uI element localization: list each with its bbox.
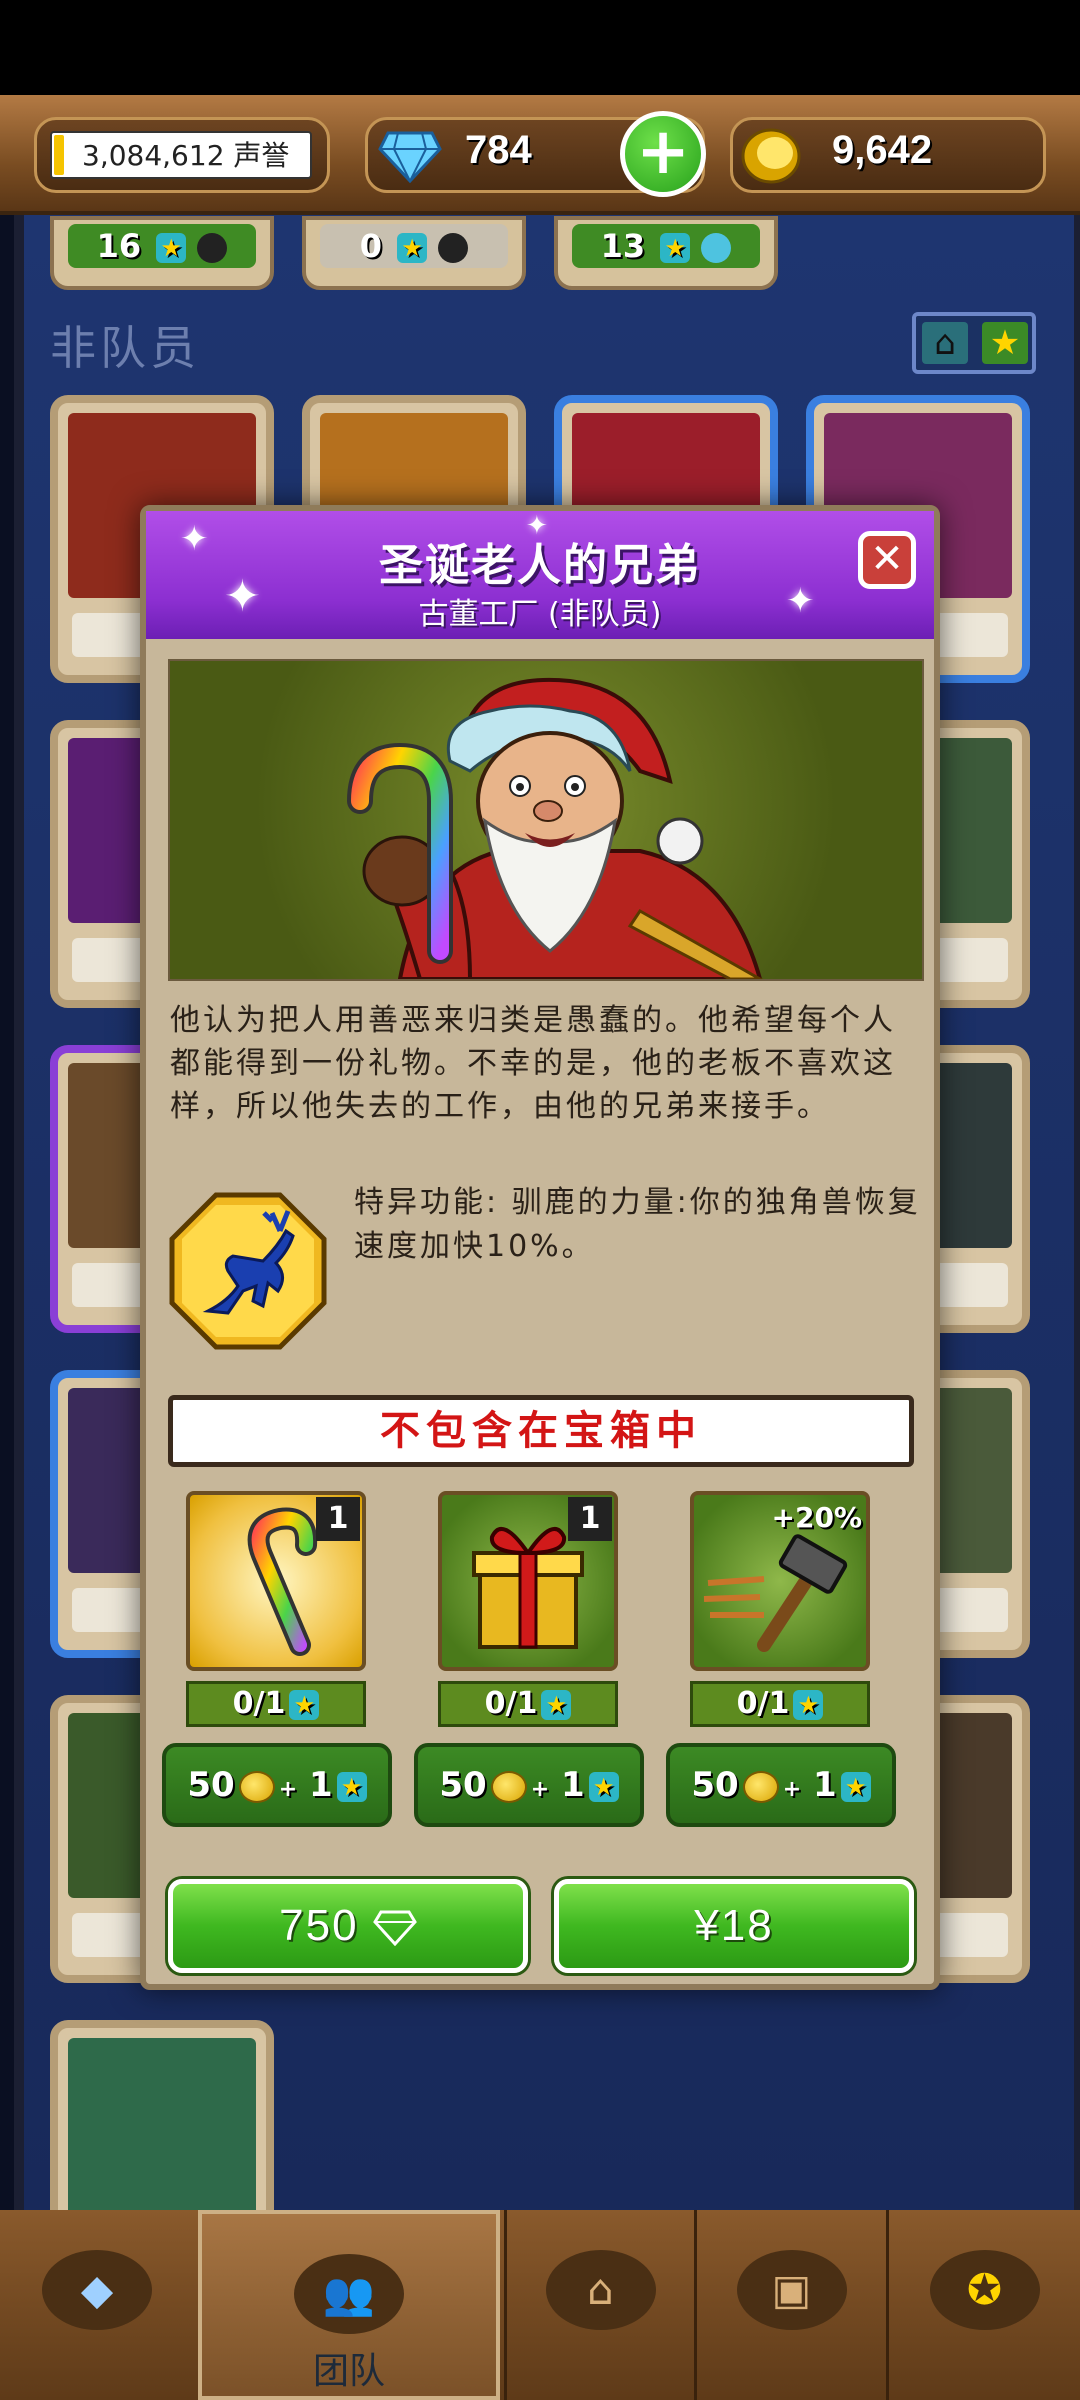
santa-brother-illustration xyxy=(347,677,764,979)
card-count: 13 xyxy=(600,227,646,265)
upgrade-cost-button[interactable]: 50 + 1 ★ xyxy=(162,1743,392,1827)
item-progress: 0/1 ★ xyxy=(438,1681,618,1727)
section-title: 非队员 xyxy=(50,321,200,375)
team-card[interactable]: 0 ★ xyxy=(302,216,526,290)
dot-icon xyxy=(701,233,732,263)
medal-icon: ✪ xyxy=(966,2265,1003,2314)
character-description: 他认为把人用善恶来归类是愚蠢的。他希望每个人都能得到一份礼物。不幸的是，他的老板… xyxy=(170,1003,896,1124)
cost-stars: 1 xyxy=(812,1765,837,1805)
cost-coins: 50 xyxy=(187,1765,235,1805)
nav-chest[interactable]: ▣ xyxy=(694,2210,886,2400)
diamond-icon: ◆ xyxy=(80,2265,114,2314)
status-area xyxy=(0,0,1080,95)
nav-team[interactable]: 👥 团队 xyxy=(198,2210,500,2400)
star-icon: ★ xyxy=(397,233,428,263)
reputation-value: 3,084,612 声誉 xyxy=(50,131,312,179)
upgrade-item[interactable]: 1 0/1 ★ xyxy=(186,1491,366,1727)
dot-icon xyxy=(438,233,469,263)
diamond-icon xyxy=(378,131,442,183)
star-icon: ★ xyxy=(793,1689,824,1720)
star-icon: ★ xyxy=(588,1771,619,1802)
dialog-title: 圣诞老人的兄弟 xyxy=(379,540,701,591)
coin-icon xyxy=(742,1770,779,1803)
cost-coins: 50 xyxy=(691,1765,739,1805)
nav-achievements[interactable]: ✪ xyxy=(886,2210,1080,2400)
cost-coins: 50 xyxy=(439,1765,487,1805)
not-in-chest-banner: 不包含在宝箱中 xyxy=(168,1395,914,1467)
gems-count: 784 xyxy=(465,128,532,172)
star-icon: ★ xyxy=(840,1771,871,1802)
buy-with-money-button[interactable]: ¥18 xyxy=(554,1879,914,1973)
upgrade-cost-button[interactable]: 50 + 1 ★ xyxy=(666,1743,896,1827)
character-detail-dialog: ✦ ✦ ✦ ✦ 圣诞老人的兄弟 古董工厂 (非队员) ✕ 他认为把人用善恶来归类… xyxy=(140,505,940,1990)
close-button[interactable]: ✕ xyxy=(858,531,916,589)
star-icon: ★ xyxy=(156,233,187,263)
star-icon: ★ xyxy=(541,1689,572,1720)
buy-with-gems-button[interactable]: 750 xyxy=(168,1879,528,1973)
home-icon[interactable]: ⌂ xyxy=(922,322,968,364)
item-progress: 0/1 ★ xyxy=(186,1681,366,1727)
dialog-subtitle: 古董工厂 (非队员) xyxy=(418,597,662,632)
card-count: 0 xyxy=(359,227,382,265)
cost-stars: 1 xyxy=(308,1765,333,1805)
upgrade-slot[interactable]: 1 xyxy=(186,1491,366,1671)
upgrade-slot[interactable]: 1 xyxy=(438,1491,618,1671)
card-count: 16 xyxy=(96,227,142,265)
star-icon: ★ xyxy=(289,1689,320,1720)
cost-stars: 1 xyxy=(560,1765,585,1805)
special-ability-text: 特异功能: 驯鹿的力量:你的独角兽恢复速度加快10%。 xyxy=(354,1185,921,1264)
star-icon: ★ xyxy=(660,233,691,263)
resource-bar: 3,084,612 声誉 784 + 9,642 xyxy=(0,95,1080,215)
item-count-badge: 1 xyxy=(568,1497,612,1541)
buy-gems-price: 750 xyxy=(279,1901,359,1950)
chest-icon: ▣ xyxy=(771,2265,812,2314)
upgrade-item[interactable]: +20% 0/1 ★ xyxy=(690,1491,870,1727)
nav-shop[interactable]: ◆ xyxy=(0,2210,194,2400)
buildings-icon: ⌂ xyxy=(587,2265,614,2314)
upgrade-slot[interactable]: +20% xyxy=(690,1491,870,1671)
star-icon: ★ xyxy=(336,1771,367,1802)
reindeer-ability-icon xyxy=(169,1192,327,1350)
item-progress-text: 0/1 xyxy=(232,1686,286,1721)
nav-buildings[interactable]: ⌂ xyxy=(504,2210,694,2400)
coin-icon xyxy=(238,1770,275,1803)
item-progress-text: 0/1 xyxy=(736,1686,790,1721)
nav-team-label: 团队 xyxy=(312,2351,385,2392)
coins-count: 9,642 xyxy=(832,128,933,172)
dot-icon xyxy=(197,233,228,263)
item-count-badge: 1 xyxy=(316,1497,360,1541)
character-portrait xyxy=(168,659,924,981)
coin-icon xyxy=(741,128,801,184)
filter-toggle[interactable]: ⌂ ★ xyxy=(912,312,1036,374)
item-progress: 0/1 ★ xyxy=(690,1681,870,1727)
upgrade-item[interactable]: 1 0/1 ★ xyxy=(438,1491,618,1727)
item-progress-text: 0/1 xyxy=(484,1686,538,1721)
coin-icon xyxy=(490,1770,527,1803)
team-card[interactable]: 16 ★ xyxy=(50,216,274,290)
dialog-header: ✦ ✦ ✦ ✦ 圣诞老人的兄弟 古董工厂 (非队员) ✕ xyxy=(146,511,934,639)
diamond-icon xyxy=(372,1910,417,1947)
team-icon: 👥 xyxy=(322,2269,376,2318)
reputation-meter xyxy=(54,135,64,175)
team-card[interactable]: 13 ★ xyxy=(554,216,778,290)
character-card[interactable] xyxy=(50,2020,274,2240)
add-gems-button[interactable]: + xyxy=(620,111,706,197)
star-icon[interactable]: ★ xyxy=(982,322,1028,364)
item-bonus: +20% xyxy=(771,1501,862,1534)
upgrade-cost-button[interactable]: 50 + 1 ★ xyxy=(414,1743,644,1827)
